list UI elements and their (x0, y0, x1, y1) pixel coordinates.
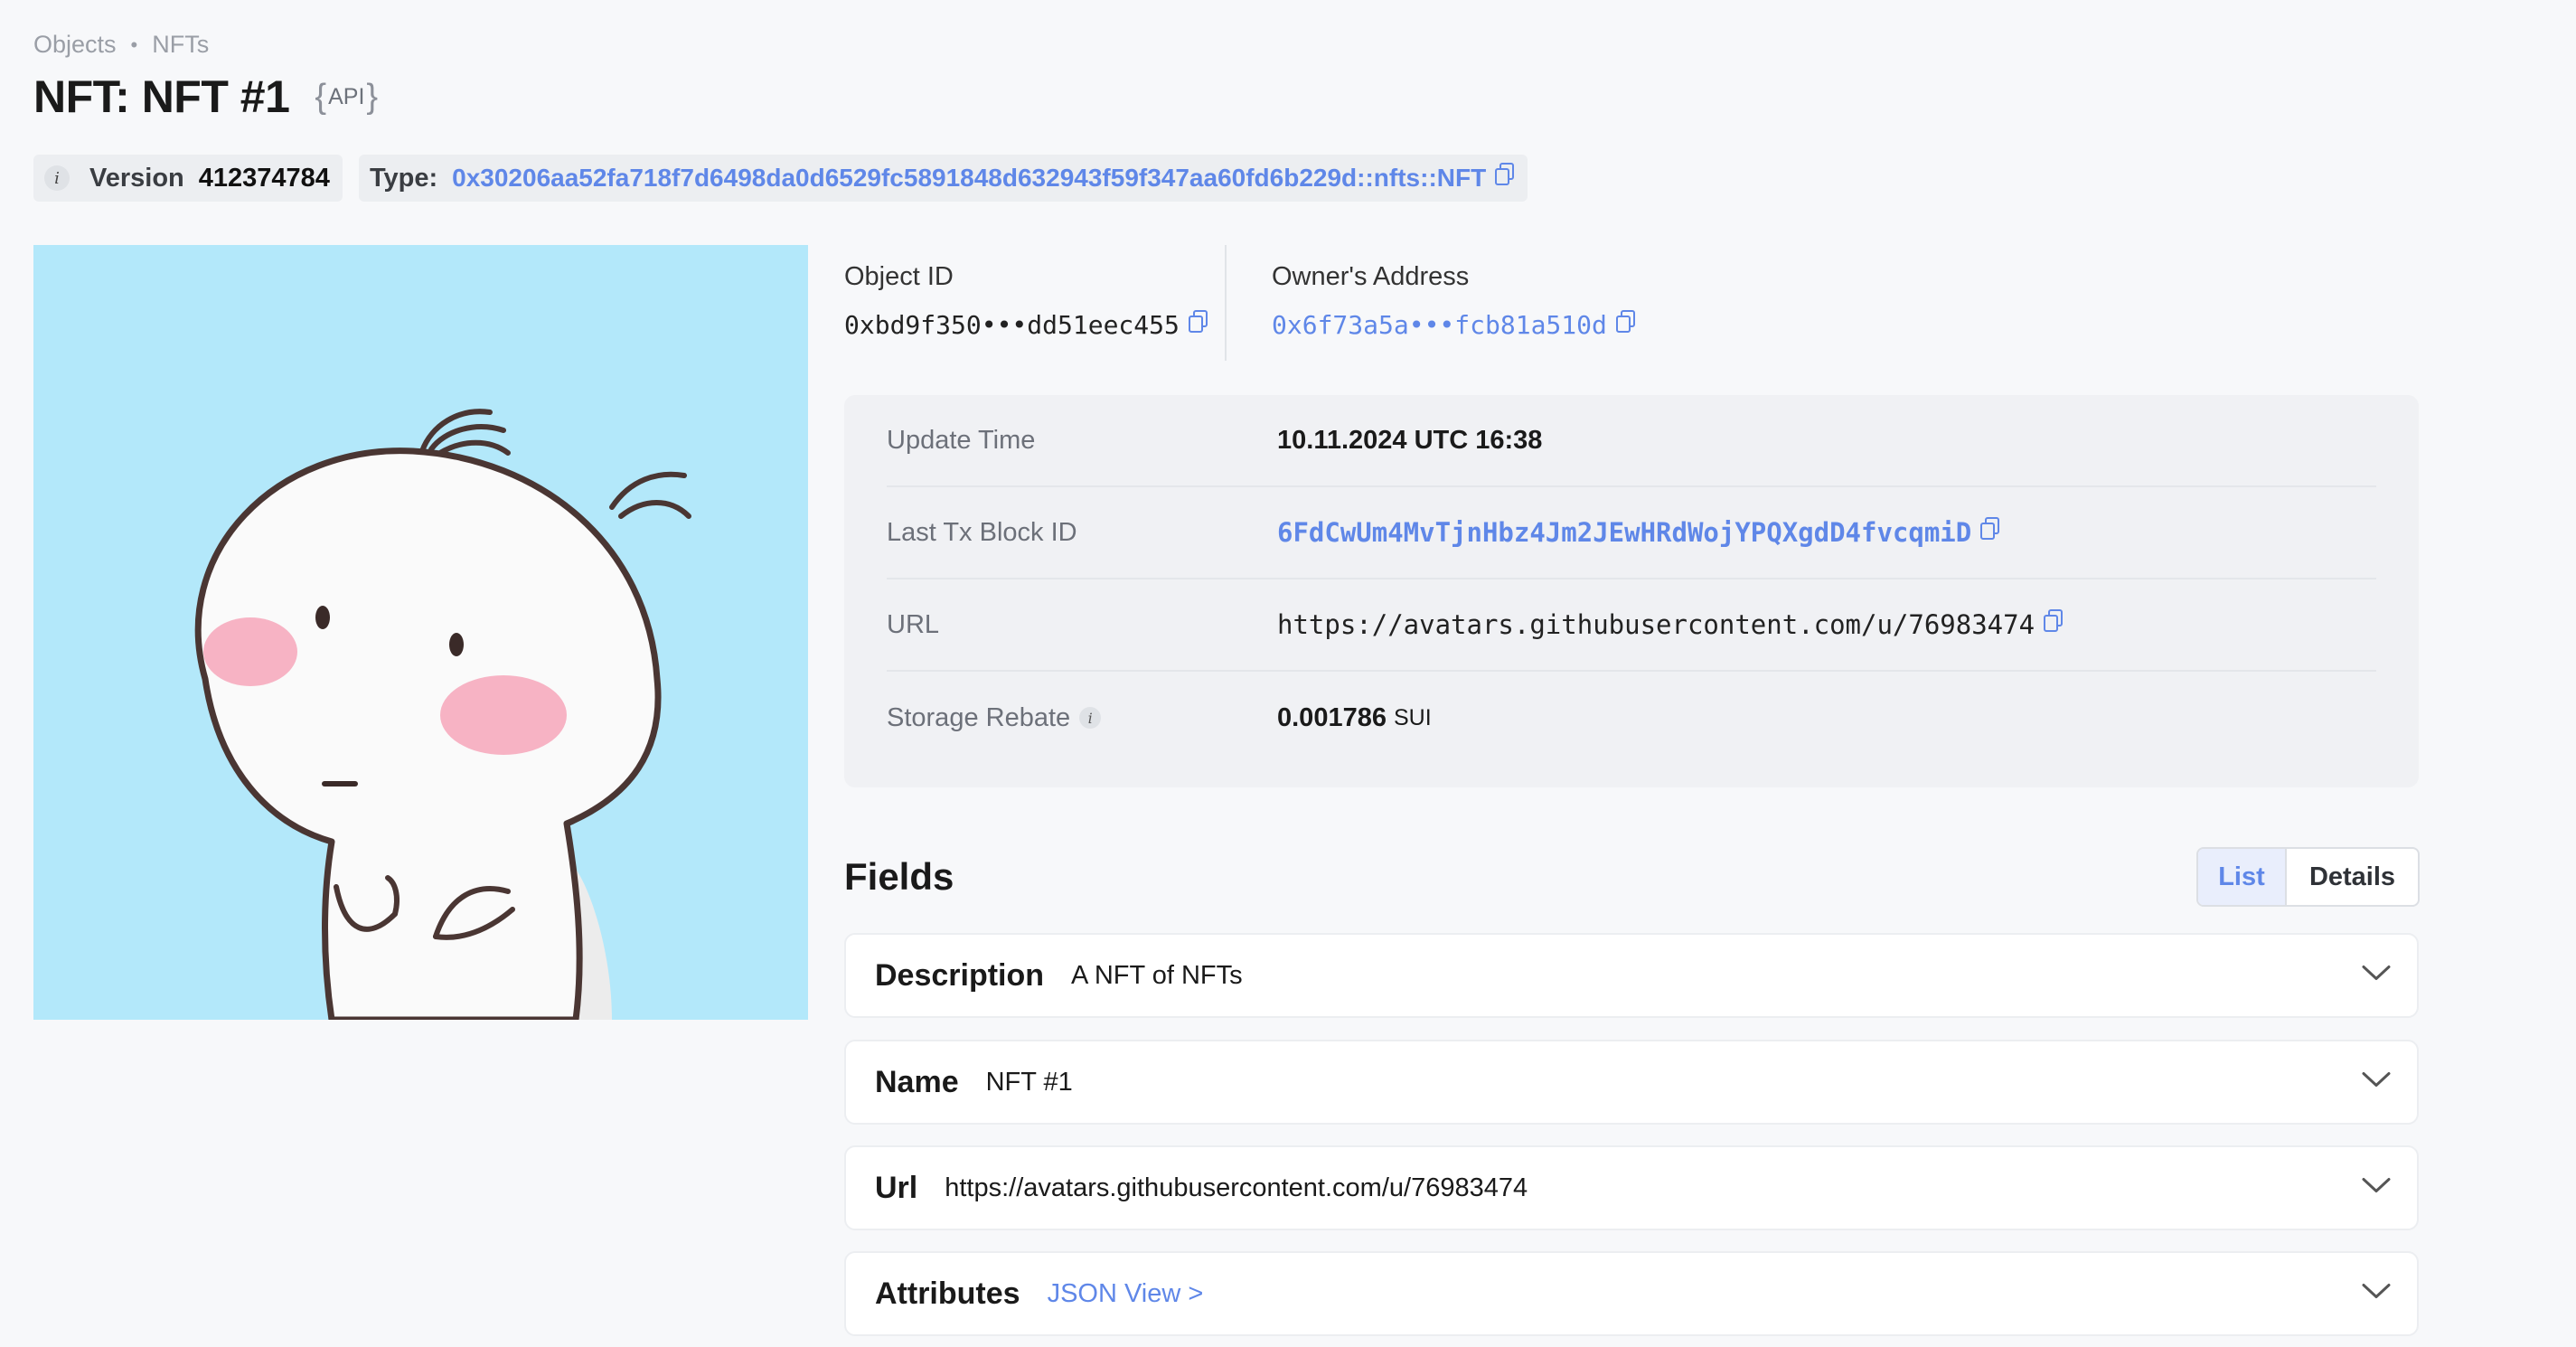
breadcrumb-separator: • (130, 33, 138, 56)
update-time-value: 10.11.2024 UTC 16:38 (1277, 425, 1543, 455)
divider (1225, 245, 1227, 361)
object-id-block: Object ID 0xbd9f350•••dd51eec455 (844, 262, 1208, 340)
owner-address-row: 0x6f73a5a•••fcb81a510d (1272, 310, 1636, 340)
owner-address-link[interactable]: 0x6f73a5a•••fcb81a510d (1272, 310, 1607, 340)
info-icon[interactable]: i (44, 165, 70, 191)
storage-rebate-row: 0.001786 SUI (1277, 703, 1432, 733)
copy-icon[interactable] (1615, 310, 1636, 340)
object-id-value: 0xbd9f350•••dd51eec455 (844, 310, 1180, 340)
field-name: Name (875, 1064, 959, 1099)
url-label: URL (887, 609, 940, 639)
field-value: A NFT of NFTs (1071, 960, 1243, 990)
copy-icon[interactable] (2044, 609, 2064, 640)
object-details-card: Update Time 10.11.2024 UTC 16:38 Last Tx… (844, 395, 2419, 787)
detail-row-url: URL https://avatars.githubusercontent.co… (887, 579, 2376, 672)
nft-artwork-illustration (33, 245, 808, 1020)
detail-row-last-tx: Last Tx Block ID 6FdCwUm4MvTjnHbz4Jm2JEw… (887, 487, 2376, 579)
update-time-label: Update Time (887, 425, 1036, 455)
storage-rebate-label: Storage Rebate (887, 702, 1071, 732)
last-tx-row: 6FdCwUm4MvTjnHbz4Jm2JEwHRdWojYPQXgdD4fvc… (1277, 517, 2000, 548)
field-value: https://avatars.githubusercontent.com/u/… (945, 1173, 1528, 1202)
view-toggle: List Details (2196, 847, 2420, 907)
api-close-brace: } (366, 77, 379, 116)
chevron-down-icon[interactable] (2361, 1177, 2392, 1200)
owner-address-label: Owner's Address (1272, 262, 1470, 291)
chevron-down-icon[interactable] (2361, 965, 2392, 987)
storage-rebate-unit: SUI (1393, 704, 1432, 730)
api-open-brace: { (315, 77, 327, 116)
storage-rebate-label-wrap: Storage Rebate i (887, 703, 1277, 733)
storage-rebate-value: 0.001786 (1277, 702, 1387, 732)
breadcrumb: Objects • NFTs (33, 31, 209, 59)
field-item-url[interactable]: Url https://avatars.githubusercontent.co… (844, 1145, 2419, 1230)
title-row: NFT: NFT #1 { API } (33, 71, 378, 123)
breadcrumb-nfts-link[interactable]: NFTs (152, 31, 209, 59)
detail-row-update-time: Update Time 10.11.2024 UTC 16:38 (887, 395, 2376, 487)
json-view-link[interactable]: JSON View > (1048, 1279, 1204, 1309)
info-icon[interactable]: i (1079, 707, 1102, 729)
copy-icon[interactable] (1980, 517, 2000, 548)
version-label: Version (89, 163, 184, 193)
type-label: Type: (369, 163, 438, 193)
object-meta-chips: i Version 412374784 Type: 0x30206aa52fa7… (33, 155, 1528, 202)
type-value-link[interactable]: 0x30206aa52fa718f7d6498da0d6529fc5891848… (452, 164, 1486, 193)
nft-image[interactable] (33, 245, 808, 1020)
breadcrumb-objects-link[interactable]: Objects (33, 31, 117, 59)
field-item-description[interactable]: Description A NFT of NFTs (844, 933, 2419, 1018)
copy-icon[interactable] (1495, 163, 1515, 193)
last-tx-label: Last Tx Block ID (887, 517, 1077, 547)
chevron-down-icon[interactable] (2361, 1283, 2392, 1305)
field-item-attributes[interactable]: Attributes JSON View > (844, 1251, 2419, 1336)
copy-icon[interactable] (1188, 310, 1208, 340)
version-value: 412374784 (198, 163, 330, 193)
object-id-label: Object ID (844, 262, 954, 291)
page-title: NFT: NFT #1 (33, 71, 290, 122)
details-view-button[interactable]: Details (2287, 849, 2418, 905)
type-chip: Type: 0x30206aa52fa718f7d6498da0d6529fc5… (358, 155, 1528, 202)
list-view-button[interactable]: List (2198, 849, 2287, 905)
chevron-down-icon[interactable] (2361, 1071, 2392, 1094)
field-name: Description (875, 957, 1045, 993)
field-name: Attributes (875, 1276, 1020, 1311)
api-label: API (328, 83, 365, 109)
field-item-name[interactable]: Name NFT #1 (844, 1040, 2419, 1125)
field-value: NFT #1 (985, 1067, 1073, 1097)
url-value: https://avatars.githubusercontent.com/u/… (1277, 609, 2035, 640)
version-chip: i Version 412374784 (33, 155, 343, 202)
fields-heading: Fields (844, 855, 954, 898)
field-name: Url (875, 1170, 918, 1205)
owner-address-block: Owner's Address 0x6f73a5a•••fcb81a510d (1272, 262, 1636, 340)
api-button[interactable]: { API } (315, 78, 378, 117)
last-tx-link[interactable]: 6FdCwUm4MvTjnHbz4Jm2JEwHRdWojYPQXgdD4fvc… (1277, 517, 1971, 548)
object-id-row: 0xbd9f350•••dd51eec455 (844, 310, 1208, 340)
detail-row-storage-rebate: Storage Rebate i 0.001786 SUI (887, 672, 2376, 764)
url-row: https://avatars.githubusercontent.com/u/… (1277, 609, 2064, 640)
